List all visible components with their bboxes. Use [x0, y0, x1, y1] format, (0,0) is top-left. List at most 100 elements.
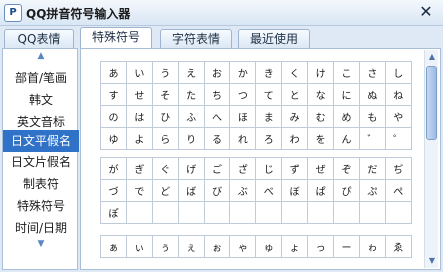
symbol-cell[interactable]: せ: [125, 83, 153, 106]
symbol-cell[interactable]: ぃ: [125, 235, 153, 258]
symbol-cell[interactable]: し: [384, 61, 412, 84]
sidebar-scroll-up-icon[interactable]: ▲: [3, 51, 79, 65]
symbol-cell[interactable]: め: [333, 105, 360, 128]
symbol-cell[interactable]: ち: [203, 83, 231, 106]
symbol-cell[interactable]: ぷ: [358, 179, 386, 202]
symbol-cell[interactable]: ぎ: [125, 157, 153, 180]
sidebar-scroll-down-icon[interactable]: ▼: [3, 239, 79, 253]
symbol-cell[interactable]: す: [100, 83, 127, 106]
symbol-cell[interactable]: う: [151, 61, 179, 84]
symbol-cell[interactable]: な: [307, 83, 335, 106]
sidebar-item-time-date[interactable]: 时间/日期: [3, 217, 79, 239]
scroll-up-arrow-icon[interactable]: ▲: [425, 50, 439, 64]
symbol-cell[interactable]: ゃ: [229, 235, 257, 258]
symbol-cell[interactable]: ぽ: [100, 201, 127, 224]
symbol-cell[interactable]: さ: [358, 61, 386, 84]
symbol-cell[interactable]: で: [125, 179, 153, 202]
symbol-cell[interactable]: あ: [100, 61, 127, 84]
symbol-cell[interactable]: つ: [229, 83, 257, 106]
title-bar[interactable]: P QQ拼音符号输入器 ✕: [0, 0, 443, 26]
symbol-cell[interactable]: ひ: [151, 105, 179, 128]
symbol-cell[interactable]: び: [203, 179, 231, 202]
symbol-cell[interactable]: ず: [281, 157, 309, 180]
symbol-cell[interactable]: ん: [333, 127, 360, 150]
close-button[interactable]: ✕: [417, 3, 435, 21]
symbol-cell[interactable]: ゜: [384, 127, 412, 150]
symbol-cell[interactable]: ぴ: [333, 179, 360, 202]
symbol-cell[interactable]: だ: [358, 157, 386, 180]
symbol-cell[interactable]: え: [177, 61, 205, 84]
symbol-cell[interactable]: ご: [203, 157, 231, 180]
symbol-cell[interactable]: ぞ: [333, 157, 360, 180]
symbol-cell[interactable]: じ: [255, 157, 283, 180]
symbol-cell[interactable]: る: [203, 127, 231, 150]
sidebar-item-box-drawing[interactable]: 制表符: [3, 173, 79, 195]
symbol-cell[interactable]: へ: [203, 105, 231, 128]
symbol-cell[interactable]: そ: [151, 83, 179, 106]
symbol-cell[interactable]: お: [203, 61, 231, 84]
symbol-cell[interactable]: っ: [307, 235, 335, 258]
symbol-cell[interactable]: ぢ: [384, 157, 412, 180]
symbol-cell[interactable]: ぅ: [151, 235, 179, 258]
symbol-cell[interactable]: ぺ: [384, 179, 412, 202]
symbol-cell[interactable]: ゑ: [384, 235, 412, 258]
symbol-cell[interactable]: れ: [229, 127, 257, 150]
tab-qq-emoji[interactable]: QQ表情: [4, 29, 74, 50]
symbol-cell[interactable]: ら: [151, 127, 179, 150]
symbol-cell[interactable]: よ: [125, 127, 153, 150]
symbol-cell[interactable]: ぐ: [151, 157, 179, 180]
symbol-cell[interactable]: ぬ: [358, 83, 386, 106]
symbol-cell[interactable]: は: [125, 105, 153, 128]
symbol-cell[interactable]: べ: [255, 179, 283, 202]
symbol-cell[interactable]: ぜ: [307, 157, 335, 180]
sidebar-item-katakana[interactable]: 日文片假名: [3, 151, 79, 173]
symbol-cell[interactable]: げ: [177, 157, 205, 180]
symbol-cell[interactable]: を: [307, 127, 335, 150]
symbol-cell[interactable]: ね: [384, 83, 412, 106]
symbol-cell[interactable]: ぱ: [307, 179, 335, 202]
symbol-cell[interactable]: ざ: [229, 157, 257, 180]
symbol-cell[interactable]: ぉ: [203, 235, 231, 258]
symbol-cell[interactable]: ま: [255, 105, 283, 128]
symbol-cell[interactable]: ょ: [281, 235, 309, 258]
symbol-cell[interactable]: と: [281, 83, 309, 106]
symbol-cell[interactable]: む: [307, 105, 335, 128]
symbol-cell[interactable]: み: [281, 105, 309, 128]
sidebar-item-korean[interactable]: 韩文: [3, 89, 79, 111]
symbol-cell[interactable]: ゆ: [100, 127, 127, 150]
symbol-cell[interactable]: い: [125, 61, 153, 84]
sidebar-item-radicals-strokes[interactable]: 部首/笔画: [3, 67, 79, 89]
symbol-cell[interactable]: に: [333, 83, 360, 106]
symbol-cell[interactable]: も: [358, 105, 386, 128]
symbol-cell[interactable]: り: [177, 127, 205, 150]
sidebar-item-hiragana[interactable]: 日文平假名: [3, 130, 79, 152]
scrollbar-thumb[interactable]: [426, 66, 437, 140]
symbol-cell[interactable]: ど: [151, 179, 179, 202]
symbol-cell[interactable]: わ: [281, 127, 309, 150]
symbol-cell[interactable]: か: [229, 61, 257, 84]
symbol-cell[interactable]: ー: [333, 235, 360, 258]
symbol-cell[interactable]: て: [255, 83, 283, 106]
symbol-cell[interactable]: ゅ: [255, 235, 283, 258]
symbol-cell[interactable]: き: [255, 61, 283, 84]
symbol-cell[interactable]: こ: [333, 61, 360, 84]
symbol-cell[interactable]: が: [100, 157, 127, 180]
symbol-cell[interactable]: ゎ: [358, 235, 386, 258]
symbol-cell[interactable]: ほ: [229, 105, 257, 128]
symbol-cell[interactable]: ぁ: [100, 235, 127, 258]
symbol-cell[interactable]: ぼ: [281, 179, 309, 202]
symbol-cell[interactable]: の: [100, 105, 127, 128]
symbol-cell[interactable]: ろ: [255, 127, 283, 150]
symbol-cell[interactable]: ぇ: [177, 235, 205, 258]
symbol-cell[interactable]: た: [177, 83, 205, 106]
vertical-scrollbar[interactable]: ▲ ▼: [424, 50, 438, 268]
scroll-down-arrow-icon[interactable]: ▼: [425, 254, 439, 268]
symbol-cell[interactable]: く: [281, 61, 309, 84]
symbol-cell[interactable]: づ: [100, 179, 127, 202]
sidebar-item-special-symbols[interactable]: 特殊符号: [3, 195, 79, 217]
symbol-cell[interactable]: ば: [177, 179, 205, 202]
symbol-cell[interactable]: け: [307, 61, 335, 84]
symbol-cell[interactable]: ふ: [177, 105, 205, 128]
symbol-cell[interactable]: ぶ: [229, 179, 257, 202]
symbol-cell[interactable]: や: [384, 105, 412, 128]
